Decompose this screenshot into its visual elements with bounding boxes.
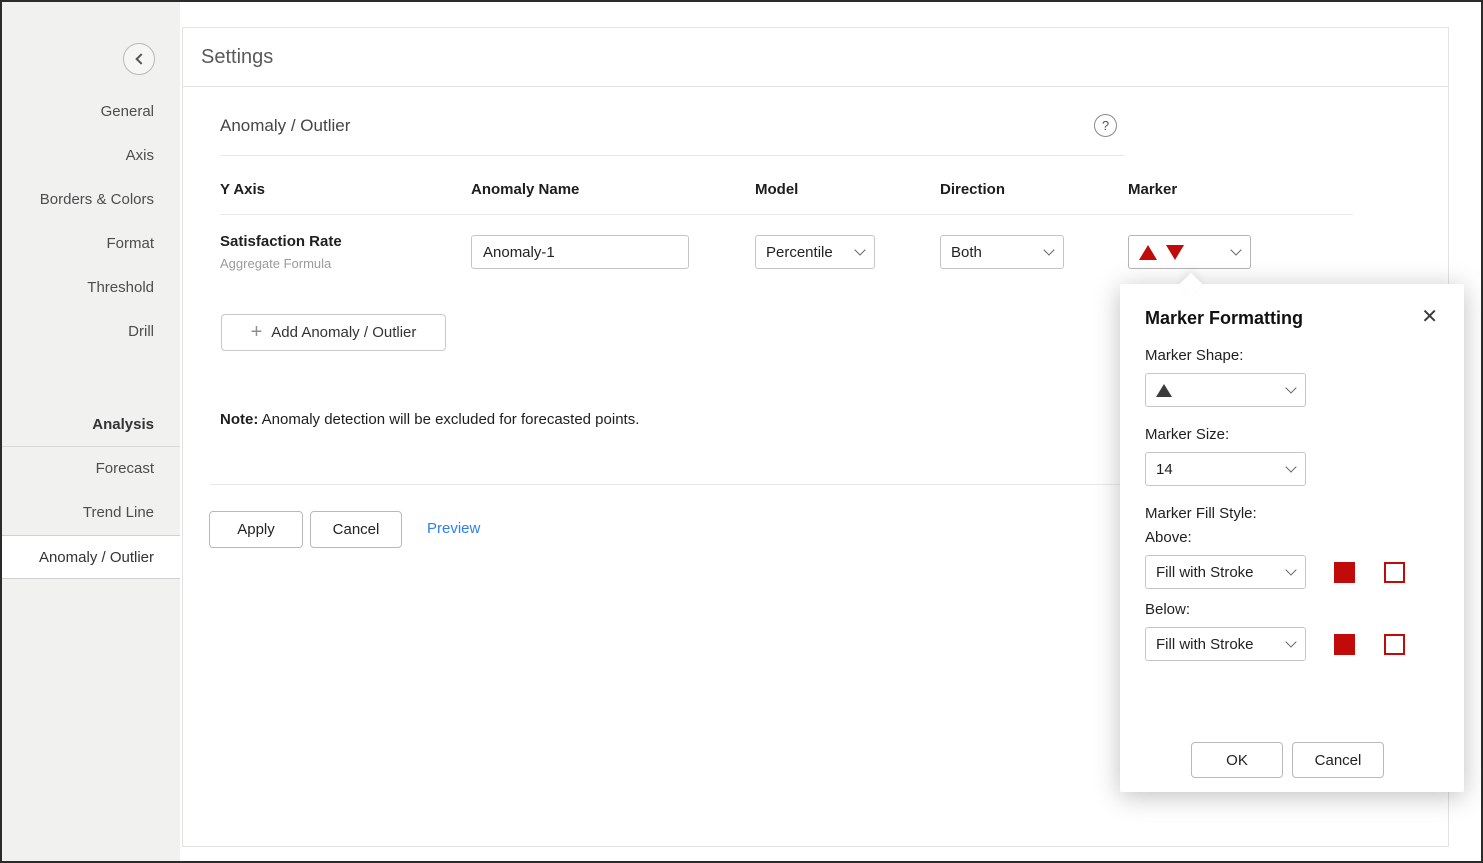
help-icon[interactable]: ? bbox=[1094, 114, 1117, 137]
triangle-down-icon bbox=[1166, 245, 1184, 260]
add-anomaly-button[interactable]: + Add Anomaly / Outlier bbox=[221, 314, 446, 351]
sidebar-item-axis[interactable]: Axis bbox=[2, 134, 180, 178]
marker-size-select[interactable]: 14 bbox=[1145, 452, 1306, 486]
popup-ok-button[interactable]: OK bbox=[1191, 742, 1283, 778]
back-button[interactable] bbox=[123, 43, 155, 75]
above-fill-value: Fill with Stroke bbox=[1156, 564, 1254, 581]
sidebar-analysis-nav: Analysis Forecast Trend Line Anomaly / O… bbox=[2, 402, 180, 579]
y-axis-field-type: Aggregate Formula bbox=[220, 256, 331, 271]
marker-preview bbox=[1139, 245, 1184, 260]
sidebar-item-drill[interactable]: Drill bbox=[2, 310, 180, 354]
column-header-direction: Direction bbox=[940, 181, 1005, 198]
column-header-anomaly-name: Anomaly Name bbox=[471, 181, 579, 198]
actions-divider bbox=[210, 484, 1125, 485]
chevron-down-icon bbox=[1285, 461, 1296, 472]
below-fill-row: Fill with Stroke bbox=[1145, 627, 1440, 661]
apply-button[interactable]: Apply bbox=[209, 511, 303, 548]
chevron-down-icon bbox=[854, 244, 865, 255]
chevron-down-icon bbox=[1285, 636, 1296, 647]
chevron-left-icon bbox=[135, 53, 146, 64]
column-header-y-axis: Y Axis bbox=[220, 181, 265, 198]
model-select-value: Percentile bbox=[766, 244, 833, 261]
triangle-shape-icon bbox=[1156, 384, 1172, 397]
marker-size-value: 14 bbox=[1156, 461, 1173, 478]
section-title: Anomaly / Outlier bbox=[220, 116, 350, 136]
triangle-up-icon bbox=[1139, 245, 1157, 260]
column-header-model: Model bbox=[755, 181, 798, 198]
settings-header: Settings bbox=[183, 28, 1448, 87]
column-header-marker: Marker bbox=[1128, 181, 1177, 198]
sidebar-item-general[interactable]: General bbox=[2, 90, 180, 134]
marker-select[interactable] bbox=[1128, 235, 1251, 269]
popup-cancel-button[interactable]: Cancel bbox=[1292, 742, 1384, 778]
below-fill-color-swatch[interactable] bbox=[1334, 634, 1355, 655]
sidebar: General Axis Borders & Colors Format Thr… bbox=[2, 2, 180, 861]
plus-icon: + bbox=[251, 322, 263, 342]
add-anomaly-label: Add Anomaly / Outlier bbox=[271, 324, 416, 341]
sidebar-section-analysis: Analysis bbox=[2, 402, 180, 447]
chevron-down-icon bbox=[1230, 244, 1241, 255]
page-title: Settings bbox=[201, 46, 273, 69]
sidebar-item-trend-line[interactable]: Trend Line bbox=[2, 491, 180, 535]
direction-select-value: Both bbox=[951, 244, 982, 261]
below-fill-value: Fill with Stroke bbox=[1156, 636, 1254, 653]
note-body: Anomaly detection will be excluded for f… bbox=[258, 411, 639, 428]
sidebar-item-format[interactable]: Format bbox=[2, 222, 180, 266]
sidebar-main-nav: General Axis Borders & Colors Format Thr… bbox=[2, 90, 180, 354]
chevron-down-icon bbox=[1285, 564, 1296, 575]
above-label: Above: bbox=[1145, 529, 1440, 546]
model-select[interactable]: Percentile bbox=[755, 235, 875, 269]
section-divider bbox=[220, 155, 1125, 156]
sidebar-item-borders-colors[interactable]: Borders & Colors bbox=[2, 178, 180, 222]
direction-select[interactable]: Both bbox=[940, 235, 1064, 269]
marker-formatting-popup: Marker Formatting ✕ Marker Shape: Marker… bbox=[1120, 284, 1464, 792]
y-axis-field-name: Satisfaction Rate bbox=[220, 233, 342, 250]
above-fill-select[interactable]: Fill with Stroke bbox=[1145, 555, 1306, 589]
table-header-divider bbox=[220, 214, 1353, 215]
close-icon[interactable]: ✕ bbox=[1421, 307, 1438, 327]
above-fill-color-swatch[interactable] bbox=[1334, 562, 1355, 583]
anomaly-name-input[interactable] bbox=[471, 235, 689, 269]
sidebar-item-threshold[interactable]: Threshold bbox=[2, 266, 180, 310]
popup-title: Marker Formatting bbox=[1145, 308, 1303, 329]
note-text: Note: Anomaly detection will be excluded… bbox=[220, 411, 639, 428]
chevron-down-icon bbox=[1043, 244, 1054, 255]
chevron-down-icon bbox=[1285, 382, 1296, 393]
marker-shape-select[interactable] bbox=[1145, 373, 1306, 407]
marker-size-label: Marker Size: bbox=[1145, 426, 1440, 443]
above-fill-row: Fill with Stroke bbox=[1145, 555, 1440, 589]
marker-shape-label: Marker Shape: bbox=[1145, 347, 1440, 364]
below-stroke-color-swatch[interactable] bbox=[1384, 634, 1405, 655]
cancel-button[interactable]: Cancel bbox=[310, 511, 402, 548]
marker-fill-style-label: Marker Fill Style: bbox=[1145, 505, 1440, 522]
note-label: Note: bbox=[220, 411, 258, 428]
sidebar-item-forecast[interactable]: Forecast bbox=[2, 447, 180, 491]
below-fill-select[interactable]: Fill with Stroke bbox=[1145, 627, 1306, 661]
settings-window: General Axis Borders & Colors Format Thr… bbox=[0, 0, 1483, 863]
sidebar-item-anomaly-outlier[interactable]: Anomaly / Outlier bbox=[2, 535, 180, 579]
above-stroke-color-swatch[interactable] bbox=[1384, 562, 1405, 583]
preview-link[interactable]: Preview bbox=[427, 520, 480, 537]
below-label: Below: bbox=[1145, 601, 1440, 618]
